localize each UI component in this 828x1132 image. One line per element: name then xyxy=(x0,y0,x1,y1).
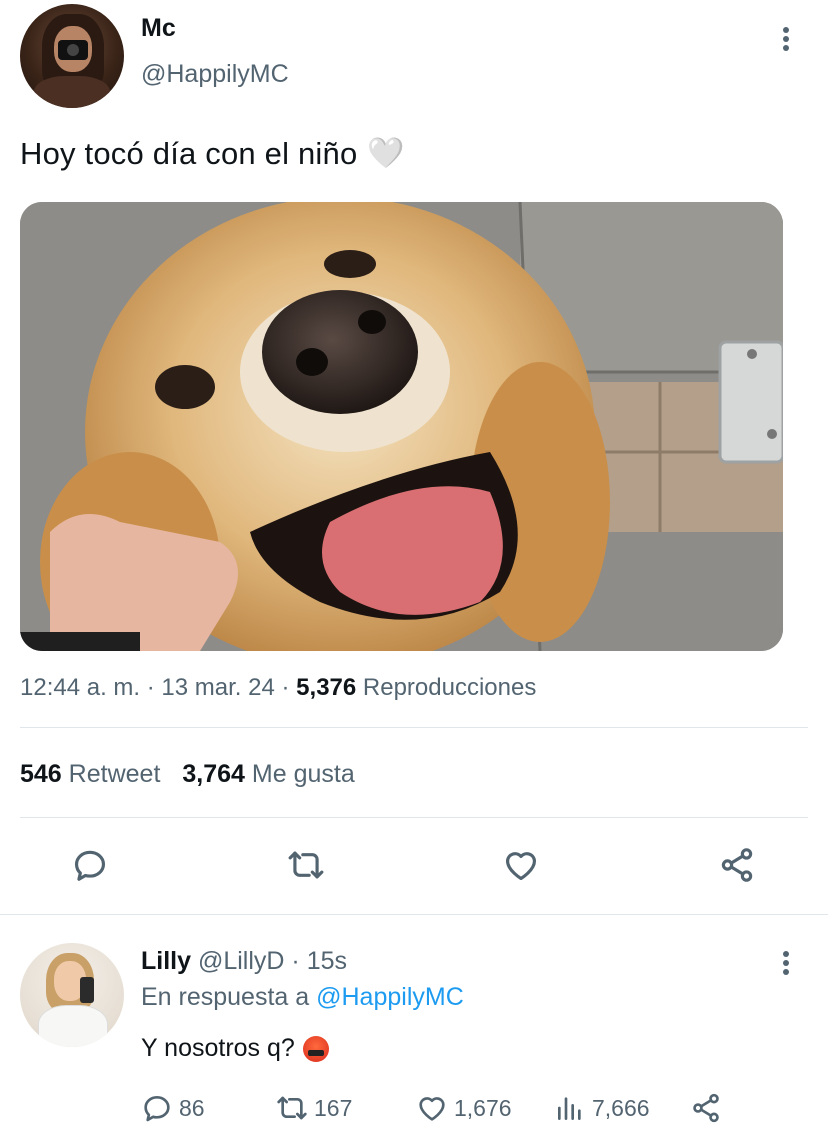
reply-retweets-count: 167 xyxy=(314,1094,353,1121)
retweet-button[interactable] xyxy=(284,843,328,887)
white-heart-emoji: 🤍 xyxy=(367,137,405,170)
reply-likes-count: 1,676 xyxy=(454,1094,512,1121)
reply-reply-button[interactable]: 86 xyxy=(141,1090,205,1126)
like-button[interactable] xyxy=(499,843,543,887)
reply-more-options-button[interactable] xyxy=(774,948,798,978)
reply-views-button[interactable]: 7,666 xyxy=(554,1090,650,1126)
share-icon xyxy=(721,848,753,882)
dog-photo xyxy=(20,202,783,651)
heart-icon xyxy=(419,1097,445,1121)
meta-separator: · xyxy=(281,674,290,701)
reply-icon xyxy=(74,850,106,881)
reply-timestamp[interactable]: 15s xyxy=(307,947,347,975)
tweet-stats: 546 Retweet 3,764 Me gusta xyxy=(20,760,355,789)
retweets-stat[interactable]: 546 Retweet xyxy=(20,760,160,788)
tweet-media-image[interactable] xyxy=(20,202,783,651)
reply-text: Y nosotros q? xyxy=(141,1034,329,1063)
author-display-name[interactable]: Mc xyxy=(141,14,176,43)
reply-header: Lilly @LillyD · 15s xyxy=(141,947,347,976)
views-chart-icon xyxy=(558,1097,581,1120)
reply-retweet-button[interactable]: 167 xyxy=(276,1090,352,1126)
reply-author-avatar[interactable] xyxy=(20,943,124,1047)
more-options-button[interactable] xyxy=(774,24,798,54)
retweet-icon xyxy=(277,1096,307,1120)
replying-to-label: En respuesta a xyxy=(141,983,310,1011)
tweet-text: Hoy tocó día con el niño 🤍 xyxy=(20,136,405,172)
replying-to: En respuesta a @HappilyMC xyxy=(141,983,464,1012)
reply-button[interactable] xyxy=(68,843,112,887)
reply-share-button[interactable] xyxy=(690,1090,722,1126)
likes-label: Me gusta xyxy=(251,760,355,788)
tweet-date[interactable]: 13 mar. 24 xyxy=(161,674,274,701)
tweet-meta: 12:44 a. m. · 13 mar. 24 · 5,376 Reprodu… xyxy=(20,674,536,702)
author-avatar[interactable] xyxy=(20,4,124,108)
reply-display-name[interactable]: Lilly xyxy=(141,947,191,975)
reply-views-count: 7,666 xyxy=(592,1094,650,1121)
views-label: Reproducciones xyxy=(362,674,537,701)
author-handle[interactable]: @HappilyMC xyxy=(141,60,289,89)
reply-icon xyxy=(144,1096,170,1122)
divider xyxy=(0,914,828,915)
more-dots-icon xyxy=(783,27,789,33)
share-button[interactable] xyxy=(715,843,759,887)
meta-separator: · xyxy=(146,674,155,701)
heart-icon xyxy=(505,852,537,881)
reply-handle[interactable]: @LillyD xyxy=(198,947,285,975)
reply-like-button[interactable]: 1,676 xyxy=(416,1090,512,1126)
likes-count: 3,764 xyxy=(182,760,245,788)
retweets-count: 546 xyxy=(20,760,62,788)
reply-separator: · xyxy=(291,947,300,975)
divider xyxy=(20,817,808,818)
more-dots-icon xyxy=(783,951,789,957)
likes-stat[interactable]: 3,764 Me gusta xyxy=(182,760,354,788)
cursing-face-emoji xyxy=(302,1035,329,1062)
tweet-time[interactable]: 12:44 a. m. xyxy=(20,674,140,701)
views-count: 5,376 xyxy=(296,674,357,701)
divider xyxy=(20,727,808,728)
retweets-label: Retweet xyxy=(68,760,161,788)
tweet-body: Hoy tocó día con el niño xyxy=(20,136,358,171)
reply-body: Y nosotros q? xyxy=(141,1034,295,1062)
retweet-icon xyxy=(288,851,324,879)
reply-replies-count: 86 xyxy=(179,1094,205,1121)
replying-to-mention[interactable]: @HappilyMC xyxy=(316,983,464,1011)
share-icon xyxy=(693,1093,719,1123)
